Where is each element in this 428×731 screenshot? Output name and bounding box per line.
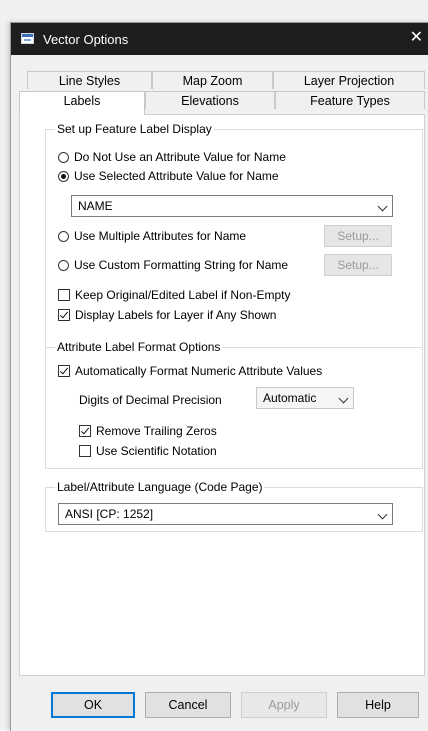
- setup-custom-button[interactable]: Setup...: [324, 254, 392, 276]
- checkbox-label-remove-zeros: Remove Trailing Zeros: [96, 424, 217, 438]
- checkbox-label-keep-original: Keep Original/Edited Label if Non-Empty: [75, 288, 291, 302]
- checkbox-keep-original[interactable]: Keep Original/Edited Label if Non-Empty: [58, 288, 290, 302]
- dialog-button-bar: OK Cancel Apply Help: [19, 692, 419, 720]
- close-icon[interactable]: ✕: [410, 29, 423, 47]
- group-title-label-display: Set up Feature Label Display: [55, 122, 214, 136]
- attribute-combo-value: NAME: [78, 199, 113, 213]
- attribute-name-combo[interactable]: NAME: [71, 195, 393, 217]
- radio-label-custom-format: Use Custom Formatting String for Name: [74, 258, 289, 272]
- chevron-down-icon: [377, 509, 388, 520]
- radio-circle-no-attribute[interactable]: [58, 151, 69, 163]
- tab-line-styles[interactable]: Line Styles: [27, 71, 152, 89]
- group-title-language: Label/Attribute Language (Code Page): [55, 480, 265, 494]
- checkbox-label-auto-format: Automatically Format Numeric Attribute V…: [75, 364, 323, 378]
- checkbox-auto-format[interactable]: Automatically Format Numeric Attribute V…: [58, 364, 322, 378]
- radio-label-selected-attribute: Use Selected Attribute Value for Name: [74, 169, 279, 183]
- radio-label-multiple-attributes: Use Multiple Attributes for Name: [74, 229, 247, 243]
- tab-row-1: Line Styles Map Zoom Layer Projection: [27, 71, 425, 89]
- radio-circle-multiple-attributes[interactable]: [58, 230, 69, 242]
- tab-map-zoom[interactable]: Map Zoom: [152, 71, 273, 89]
- check-box-scientific-notation[interactable]: [79, 445, 91, 457]
- radio-custom-format[interactable]: Use Custom Formatting String for Name: [58, 258, 288, 272]
- window-title: Vector Options: [43, 32, 129, 47]
- code-page-value: ANSI [CP: 1252]: [65, 507, 154, 521]
- tab-row-2: Labels Elevations Feature Types: [19, 91, 425, 115]
- check-box-keep-original[interactable]: [58, 289, 70, 301]
- group-title-format-options: Attribute Label Format Options: [55, 340, 223, 354]
- radio-circle-custom-format[interactable]: [58, 259, 69, 271]
- radio-label-no-attribute: Do Not Use an Attribute Value for Name: [74, 150, 286, 164]
- labels-tab-panel: Set up Feature Label Display Do Not Use …: [19, 114, 425, 676]
- checkbox-scientific-notation[interactable]: Use Scientific Notation: [79, 444, 217, 458]
- check-box-auto-format[interactable]: [58, 365, 70, 377]
- chevron-down-icon: [338, 393, 349, 404]
- checkbox-label-scientific-notation: Use Scientific Notation: [96, 444, 217, 458]
- tab-feature-types[interactable]: Feature Types: [275, 91, 425, 109]
- radio-circle-selected-attribute[interactable]: [58, 170, 69, 182]
- digits-precision-label: Digits of Decimal Precision: [79, 393, 222, 407]
- tab-layer-projection[interactable]: Layer Projection: [273, 71, 425, 89]
- checkbox-remove-zeros[interactable]: Remove Trailing Zeros: [79, 424, 217, 438]
- radio-selected-attribute[interactable]: Use Selected Attribute Value for Name: [58, 169, 279, 183]
- digits-combo-value: Automatic: [263, 391, 317, 405]
- apply-button[interactable]: Apply: [241, 692, 327, 718]
- title-bar[interactable]: Vector Options ✕: [11, 23, 428, 55]
- tab-labels[interactable]: Labels: [19, 91, 145, 115]
- cancel-button[interactable]: Cancel: [145, 692, 231, 718]
- radio-no-attribute[interactable]: Do Not Use an Attribute Value for Name: [58, 150, 286, 164]
- setup-multiple-button[interactable]: Setup...: [324, 225, 392, 247]
- code-page-combo[interactable]: ANSI [CP: 1252]: [58, 503, 393, 525]
- tab-elevations[interactable]: Elevations: [145, 91, 275, 109]
- ok-button[interactable]: OK: [51, 692, 135, 718]
- app-window-icon: [21, 33, 34, 44]
- help-button[interactable]: Help: [337, 692, 419, 718]
- digits-precision-combo[interactable]: Automatic: [256, 387, 354, 409]
- check-box-display-labels[interactable]: [58, 309, 70, 321]
- chevron-down-icon: [377, 201, 388, 212]
- check-box-remove-zeros[interactable]: [79, 425, 91, 437]
- checkbox-label-display-labels: Display Labels for Layer if Any Shown: [75, 308, 277, 322]
- radio-multiple-attributes[interactable]: Use Multiple Attributes for Name: [58, 229, 246, 243]
- checkbox-display-labels[interactable]: Display Labels for Layer if Any Shown: [58, 308, 276, 322]
